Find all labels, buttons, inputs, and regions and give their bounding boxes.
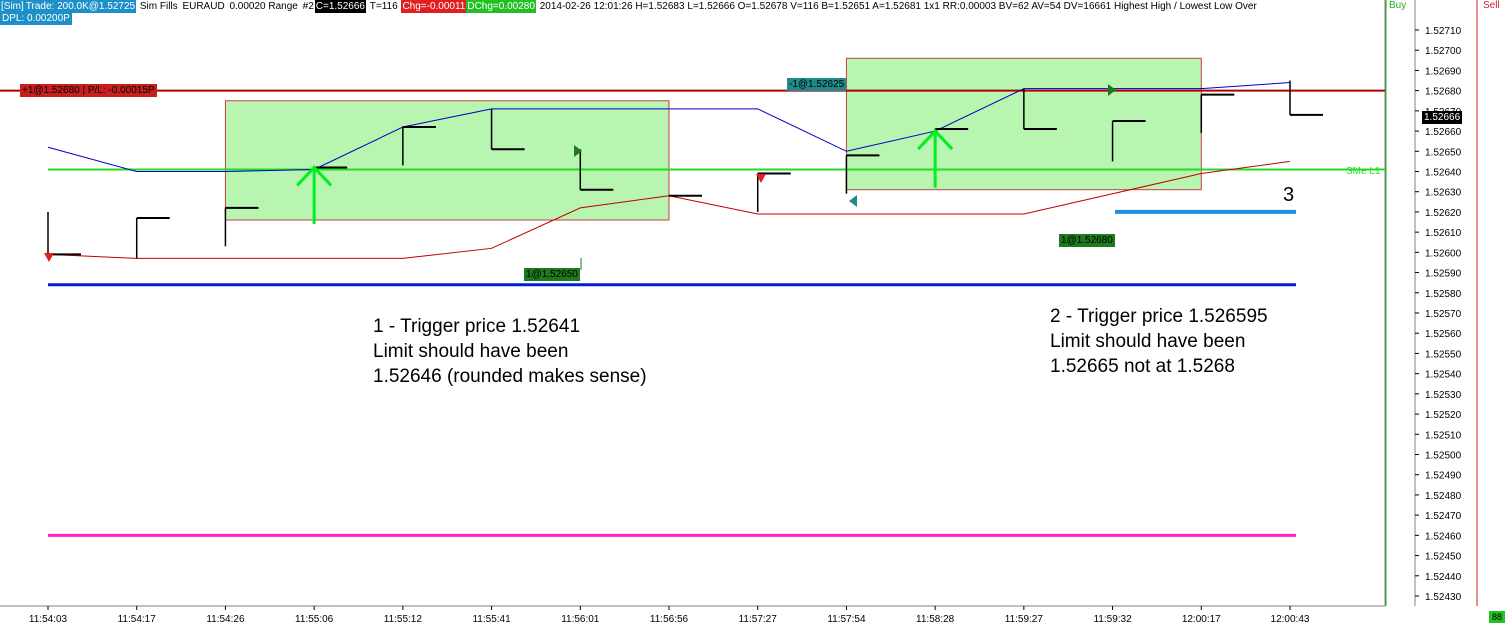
sim-label[interactable]: [Sim]	[0, 0, 25, 13]
x-tick-label: 11:54:03	[29, 614, 68, 625]
buy-panel-label[interactable]: Buy	[1389, 0, 1406, 12]
x-tick-label: 11:57:54	[827, 614, 866, 625]
x-tick-label: 11:58:28	[916, 614, 955, 625]
y-tick-label: 1.52430	[1425, 592, 1462, 603]
y-tick-label: 1.52610	[1425, 228, 1462, 239]
note-1-line-3: 1.52646 (rounded makes sense)	[373, 366, 647, 387]
x-tick-label: 12:00:17	[1182, 614, 1221, 625]
buy-fill-tag-1: 1@1.52650	[524, 268, 580, 281]
fills-label: Sim Fills	[139, 1, 178, 12]
y-tick-label: 1.52680	[1425, 87, 1462, 98]
chart-header: [Sim] Trade: 200.0K@1.52725 Sim Fills EUR…	[0, 0, 1258, 13]
y-tick-label: 1.52500	[1425, 451, 1462, 462]
x-tick-label: 11:55:06	[295, 614, 334, 625]
x-tick-label: 11:56:56	[650, 614, 689, 625]
change-badge: Chg=-0.00011	[401, 0, 467, 13]
x-tick-label: 11:55:41	[472, 614, 511, 625]
trade-zone-1	[224, 100, 670, 221]
x-tick-label: 11:55:12	[384, 614, 423, 625]
chart-number: #2	[302, 1, 314, 12]
y-tick-label: 1.52710	[1425, 26, 1462, 37]
symbol-label: EURAUD	[182, 1, 225, 12]
y-tick-label: 1.52690	[1425, 66, 1462, 77]
y-tick-label: 1.52640	[1425, 168, 1462, 179]
y-tick-label: 1.52590	[1425, 269, 1462, 280]
y-tick-label: 1.52470	[1425, 511, 1462, 522]
position-tag[interactable]: +1@1.52680 | P/L: -0.00015P	[20, 84, 157, 97]
y-tick-label: 1.52450	[1425, 552, 1462, 563]
y-tick-label: 1.52580	[1425, 289, 1462, 300]
y-tick-label: 1.52440	[1425, 572, 1462, 583]
note-2-line-3: 1.52665 not at 1.5268	[1050, 356, 1235, 377]
note-2: 2 - Trigger price 1.526595 Limit should …	[1050, 304, 1268, 379]
y-tick-label: 1.52600	[1425, 248, 1462, 259]
y-tick-label: 1.52630	[1425, 188, 1462, 199]
sme-label: SMe L1	[1346, 166, 1381, 177]
stats-label: 2014-02-26 12:01:26 H=1.52683 L=1.52666 …	[539, 1, 1257, 12]
y-tick-label: 1.52660	[1425, 127, 1462, 138]
x-tick-label: 11:54:26	[206, 614, 245, 625]
corner-badge: 88	[1488, 611, 1505, 623]
chart-background	[0, 0, 1507, 625]
day-change-badge: DChg=0.00280	[466, 0, 536, 13]
trade-label: Trade: 200.0K@1.52725	[24, 0, 137, 13]
note-1-line-2: Limit should have been	[373, 341, 569, 362]
x-tick-label: 11:54:17	[118, 614, 157, 625]
note-1-line-1: 1 - Trigger price 1.52641	[373, 316, 581, 337]
note-1: 1 - Trigger price 1.52641 Limit should h…	[373, 314, 647, 389]
y-tick-label: 1.52530	[1425, 390, 1462, 401]
y-tick-label: 1.52620	[1425, 208, 1462, 219]
sell-fill-tag: -1@1.52625	[787, 78, 847, 91]
y-tick-label: 1.52550	[1425, 349, 1462, 360]
note-3: 3	[1283, 184, 1295, 206]
note-2-line-1: 2 - Trigger price 1.526595	[1050, 306, 1268, 327]
y-tick-label: 1.52650	[1425, 147, 1462, 158]
y-tick-label: 1.52570	[1425, 309, 1462, 320]
y-tick-label: 1.52480	[1425, 491, 1462, 502]
x-tick-label: 11:59:32	[1093, 614, 1132, 625]
chart-grid	[0, 0, 1507, 625]
note-2-line-2: Limit should have been	[1050, 331, 1246, 352]
current-price-tag: 1.52666	[1422, 111, 1463, 124]
buy-fill-tag-2: 1@1.52680	[1059, 234, 1115, 247]
x-tick-label: 11:56:01	[561, 614, 600, 625]
y-tick-label: 1.52510	[1425, 430, 1462, 441]
dpl-badge: DPL: 0.00200P	[0, 13, 72, 25]
y-tick-label: 1.52560	[1425, 329, 1462, 340]
ticks-label: T=116	[369, 1, 398, 12]
x-tick-label: 11:59:27	[1005, 614, 1044, 625]
close-badge: C=1.52666	[314, 0, 366, 13]
range-label: 0.00020 Range	[229, 1, 298, 12]
x-tick-label: 11:57:27	[739, 614, 778, 625]
y-tick-label: 1.52460	[1425, 531, 1462, 542]
y-tick-label: 1.52540	[1425, 370, 1462, 381]
y-tick-label: 1.52520	[1425, 410, 1462, 421]
y-tick-label: 1.52700	[1425, 46, 1462, 57]
x-tick-label: 12:00:43	[1271, 614, 1310, 625]
chart-canvas: 1.527101.527001.526901.526801.526701.526…	[0, 0, 1507, 625]
y-tick-label: 1.52490	[1425, 471, 1462, 482]
sell-panel-label[interactable]: Sell	[1483, 0, 1500, 12]
